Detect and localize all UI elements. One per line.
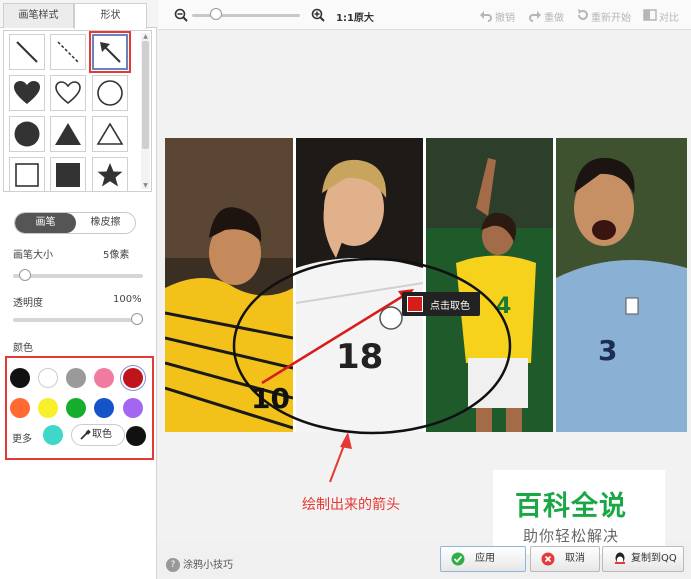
annotation-arrow-head — [340, 432, 352, 449]
check-icon — [451, 552, 465, 566]
close-icon — [541, 552, 555, 566]
drawn-ellipse — [232, 257, 512, 435]
watermark-subtitle: 助你轻松解决 — [523, 527, 620, 545]
copy-to-qq-button[interactable]: 复制到QQ — [602, 546, 684, 572]
tooltip-text: 点击取色 — [430, 301, 470, 312]
picked-color-square — [407, 296, 423, 312]
copy-to-qq-label: 复制到QQ — [631, 553, 677, 564]
qq-icon — [615, 552, 625, 564]
color-pick-tooltip: 点击取色 — [402, 292, 480, 316]
cancel-button[interactable]: 取消 — [530, 546, 600, 572]
watermark-title: 百科全说 — [515, 491, 627, 522]
apply-button[interactable]: 应用 — [440, 546, 526, 572]
annotation-text: 绘制出来的箭头 — [302, 497, 400, 513]
drawn-arrow — [261, 291, 409, 385]
cancel-label: 取消 — [565, 553, 585, 564]
watermark: 百科全说 助你轻松解决 — [493, 470, 665, 554]
apply-label: 应用 — [475, 553, 495, 564]
